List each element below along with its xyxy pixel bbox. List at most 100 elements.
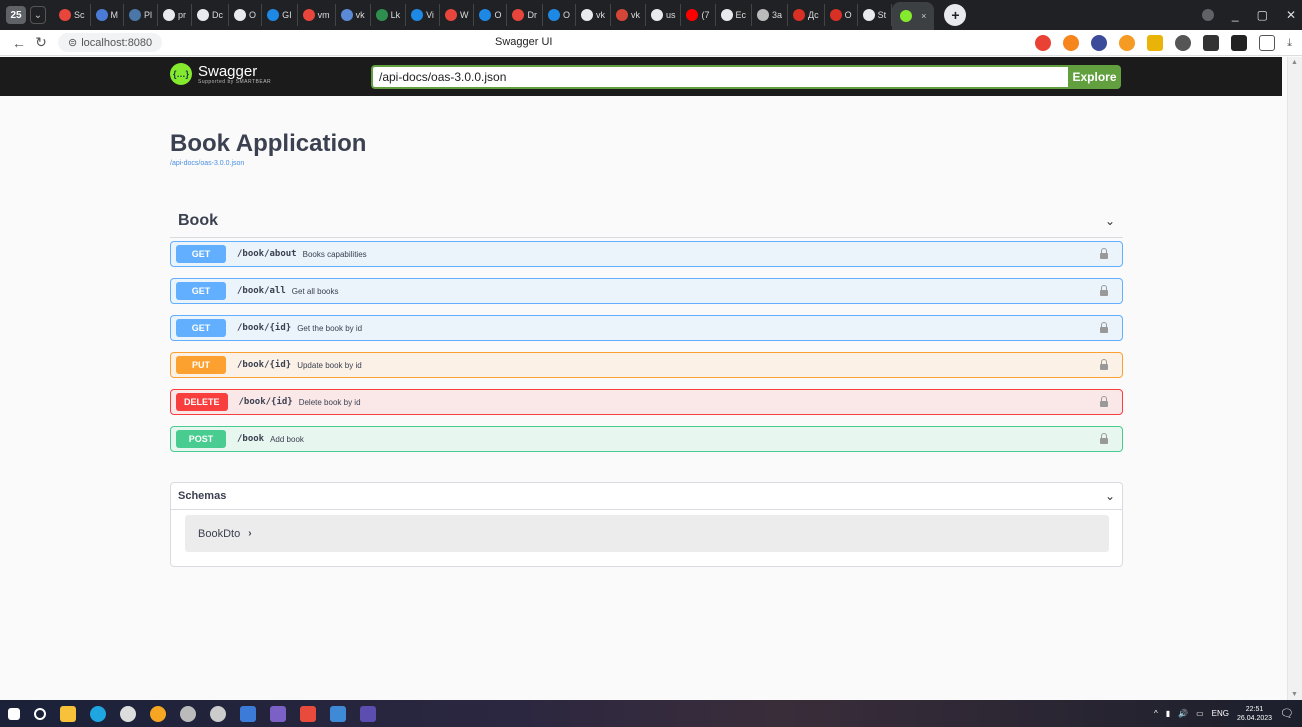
restore-button[interactable]: ▢	[1257, 8, 1268, 22]
tab-count-badge[interactable]: 25	[6, 6, 26, 24]
profile-avatar-icon[interactable]	[1201, 9, 1214, 21]
chrome-browser-icon[interactable]	[150, 705, 166, 722]
browser-tab[interactable]: W	[440, 4, 475, 26]
extension-icon[interactable]	[1175, 35, 1192, 51]
extension-icon[interactable]	[1119, 35, 1136, 51]
browser-tab[interactable]: vk	[611, 4, 646, 26]
scroll-down-icon[interactable]: ▼	[1291, 691, 1298, 698]
tab-label: Dc	[212, 10, 224, 20]
browser-tab[interactable]: Dc	[192, 4, 230, 26]
browser-tab[interactable]: Ec	[716, 4, 753, 26]
lock-icon[interactable]	[1100, 285, 1108, 297]
browser-tab[interactable]: 3a	[752, 4, 789, 26]
browser-tab[interactable]: Vi	[406, 4, 440, 26]
browser-icon[interactable]	[180, 705, 196, 722]
browser-tab[interactable]: Pl	[124, 4, 159, 26]
explore-button[interactable]: Explore	[1068, 65, 1121, 89]
yandex-browser-icon[interactable]	[120, 705, 136, 722]
search-icon[interactable]	[34, 707, 46, 720]
network-icon[interactable]: ▭	[1196, 709, 1204, 718]
app-icon[interactable]	[240, 705, 256, 722]
browser-tab[interactable]: vm	[298, 4, 336, 26]
visual-studio-icon[interactable]	[270, 705, 286, 722]
model-bookdto[interactable]: BookDto ›	[185, 515, 1109, 552]
browser-tab[interactable]: Dr	[507, 4, 543, 26]
browser-tab[interactable]: Lk	[371, 4, 407, 26]
language-indicator[interactable]: ENG	[1212, 709, 1229, 718]
extension-icon[interactable]	[1231, 35, 1248, 51]
operation-get[interactable]: GET/book/about Books capabilities	[170, 241, 1123, 267]
chevron-down-icon[interactable]: ⌄	[1105, 214, 1115, 228]
browser-tab[interactable]: Дс	[788, 4, 825, 26]
operation-put[interactable]: PUT/book/{id} Update book by id	[170, 352, 1123, 378]
operation-get[interactable]: GET/book/all Get all books	[170, 278, 1123, 304]
browser-tab[interactable]: O	[543, 4, 576, 26]
volume-icon[interactable]: 🔊	[1178, 709, 1188, 718]
app-icon[interactable]	[360, 705, 376, 722]
tab-label: us	[665, 10, 676, 20]
winrar-icon[interactable]	[300, 705, 316, 722]
chevron-down-icon[interactable]: ⌄	[1105, 489, 1115, 503]
tab-label: pr	[178, 10, 187, 20]
browser-tab[interactable]: (7	[681, 4, 716, 26]
clock[interactable]: 22:51 26.04.2023	[1237, 705, 1272, 723]
operation-delete[interactable]: DELETE/book/{id} Delete book by id	[170, 389, 1123, 415]
schemas-header[interactable]: Schemas ⌄	[171, 483, 1122, 510]
tab-search-chevron-icon[interactable]: ⌄	[30, 6, 46, 24]
metamask-extension-icon[interactable]	[1063, 35, 1080, 51]
site-info-icon[interactable]: ⊜	[68, 36, 77, 49]
spec-url-input[interactable]: /api-docs/oas-3.0.0.json	[371, 65, 1068, 89]
system-tray: ^ ▮ 🔊 ▭ ENG 22:51 26.04.2023 🗨	[1154, 700, 1294, 727]
browser-tab[interactable]: O	[474, 4, 508, 26]
close-window-button[interactable]: ✕	[1286, 8, 1296, 22]
lock-icon[interactable]	[1100, 359, 1108, 371]
extension-icon[interactable]	[1203, 35, 1220, 51]
tab-label: 3a	[772, 10, 783, 20]
operation-post[interactable]: POST/book Add book	[170, 426, 1123, 452]
scroll-up-icon[interactable]: ▲	[1291, 59, 1298, 66]
new-tab-button[interactable]: +	[944, 4, 967, 26]
file-explorer-icon[interactable]	[60, 705, 76, 722]
edge-browser-icon[interactable]	[90, 705, 106, 722]
page-scrollbar[interactable]: ▲ ▼	[1287, 57, 1302, 700]
tag-header-book[interactable]: Book ⌄	[170, 205, 1123, 238]
lock-icon[interactable]	[1100, 396, 1108, 408]
browser-tab-strip: 25 ⌄ Sc M Pl pr Dc O GI vm vk Lk Vi W O Dr Ovk vk us (7 Ec…	[0, 0, 1302, 30]
browser-tab[interactable]: pr	[158, 4, 193, 26]
browser-tab[interactable]: vk	[336, 4, 371, 26]
settings-gear-icon[interactable]	[210, 705, 226, 722]
adblock-extension-icon[interactable]	[1035, 35, 1052, 51]
browser-tab[interactable]: us	[646, 4, 682, 26]
url-field[interactable]: ⊜ localhost:8080	[58, 33, 163, 52]
minimize-button[interactable]: _	[1232, 8, 1239, 22]
browser-tab[interactable]: Sc	[54, 4, 91, 26]
extensions-puzzle-icon[interactable]	[1259, 35, 1276, 51]
tab-label: vk	[595, 10, 605, 20]
chevron-right-icon[interactable]: ›	[248, 528, 251, 539]
browser-tab[interactable]: O	[229, 4, 263, 26]
browser-tab[interactable]: St	[858, 4, 893, 26]
extension-icon[interactable]	[1147, 35, 1164, 51]
tray-expand-icon[interactable]: ^	[1154, 709, 1158, 718]
lock-icon[interactable]	[1100, 248, 1108, 260]
usb-icon[interactable]: ▮	[1166, 709, 1170, 718]
reload-icon[interactable]: ↻	[30, 34, 52, 51]
tab-label: GI	[282, 10, 292, 20]
notifications-icon[interactable]: 🗨	[1280, 707, 1294, 720]
browser-tab[interactable]: GI	[262, 4, 298, 26]
back-arrow-icon[interactable]: ←	[8, 35, 30, 51]
browser-tab[interactable]: O	[825, 4, 858, 26]
app-icon[interactable]	[330, 705, 346, 722]
browser-tab[interactable]: M	[91, 4, 125, 26]
browser-tab[interactable]: vk	[576, 4, 611, 26]
windows-start-icon[interactable]	[8, 707, 20, 720]
spec-link[interactable]: /api-docs/oas-3.0.0.json	[170, 160, 244, 167]
swagger-logo[interactable]: {…} Swagger Supported by SMARTBEAR	[170, 63, 271, 85]
tab-close-icon[interactable]: ×	[921, 11, 926, 21]
extension-icon[interactable]	[1091, 35, 1108, 51]
lock-icon[interactable]	[1100, 322, 1108, 334]
download-icon[interactable]: ⤓	[1287, 37, 1292, 50]
operation-get[interactable]: GET/book/{id} Get the book by id	[170, 315, 1123, 341]
browser-tab-active[interactable]: ×	[892, 2, 935, 30]
lock-icon[interactable]	[1100, 433, 1108, 445]
